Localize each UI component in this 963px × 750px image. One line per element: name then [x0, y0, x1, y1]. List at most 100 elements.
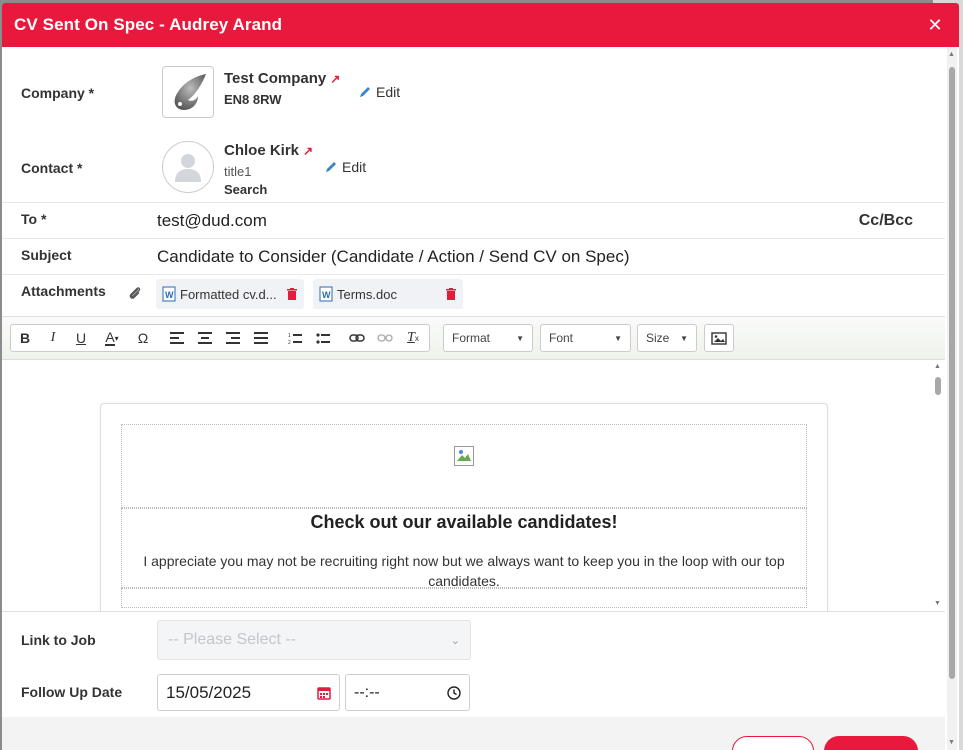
divider	[2, 611, 945, 612]
external-link-icon[interactable]: ↗	[303, 144, 313, 158]
svg-text:W: W	[322, 290, 331, 300]
bold-icon[interactable]: B	[11, 325, 39, 351]
chevron-down-icon: ⌄	[450, 634, 460, 647]
send-button[interactable]	[824, 736, 918, 750]
email-logo-cell	[121, 424, 807, 508]
caret-down-icon: ▼	[516, 333, 524, 343]
caret-down-icon: ▼	[614, 333, 622, 343]
image-button[interactable]	[704, 324, 734, 352]
contact-edit-button[interactable]: Edit	[324, 159, 366, 175]
calendar-icon[interactable]	[317, 686, 331, 700]
company-label: Company *	[21, 85, 95, 101]
scroll-down-icon[interactable]: ▼	[948, 739, 955, 746]
unlink-icon[interactable]	[371, 325, 399, 351]
cancel-button[interactable]	[732, 736, 814, 750]
bulleted-list-icon[interactable]	[309, 325, 337, 351]
modal-scroll-thumb[interactable]	[949, 67, 955, 679]
contact-name[interactable]: Chloe Kirk	[224, 142, 299, 159]
italic-icon[interactable]: I	[39, 325, 67, 351]
contact-title: title1	[224, 164, 252, 179]
text-color-icon[interactable]: A ▾	[95, 325, 129, 351]
modal-header: CV Sent On Spec - Audrey Arand ✕	[2, 3, 959, 47]
font-dropdown[interactable]: Font ▼	[540, 324, 631, 352]
email-paragraph: I appreciate you may not be recruiting r…	[143, 553, 785, 589]
attachment-filename: Formatted cv.d...	[180, 286, 277, 302]
align-center-icon[interactable]	[191, 325, 219, 351]
svg-text:2: 2	[288, 340, 291, 344]
pencil-icon	[360, 87, 370, 97]
attachment-item[interactable]: W Terms.doc	[313, 279, 463, 309]
underline-icon[interactable]: U	[67, 325, 95, 351]
word-doc-icon: W	[319, 286, 333, 302]
email-body-editor[interactable]: Check out our available candidates! I ap…	[2, 361, 945, 611]
word-doc-icon: W	[162, 286, 176, 302]
font-label: Font	[549, 331, 574, 345]
company-postcode: EN8 8RW	[224, 92, 282, 107]
editor-scroll-thumb[interactable]	[935, 377, 941, 395]
align-right-icon[interactable]	[219, 325, 247, 351]
divider	[2, 238, 945, 239]
email-content-cell: Check out our available candidates! I ap…	[121, 508, 807, 589]
image-icon[interactable]	[705, 325, 733, 351]
link-to-job-placeholder: -- Please Select --	[168, 631, 297, 648]
editor-scrollbar[interactable]: ▲ ▼	[933, 361, 943, 611]
trash-icon[interactable]	[445, 287, 457, 301]
caret-down-icon: ▼	[680, 333, 688, 343]
scroll-up-icon[interactable]: ▲	[934, 363, 941, 370]
company-name[interactable]: Test Company	[224, 70, 326, 87]
contact-avatar	[162, 141, 214, 193]
company-edit-label: Edit	[376, 84, 401, 100]
to-field[interactable]: test@dud.com	[157, 211, 267, 231]
email-next-cell	[121, 588, 807, 608]
scroll-down-icon[interactable]: ▼	[934, 600, 941, 607]
ccbcc-button[interactable]: Cc/Bcc	[859, 212, 913, 230]
divider	[2, 202, 945, 203]
attachment-filename: Terms.doc	[337, 286, 397, 302]
size-label: Size	[646, 331, 670, 345]
pencil-icon	[326, 162, 336, 172]
company-logo	[162, 66, 214, 118]
divider	[2, 274, 945, 275]
email-headline: Check out our available candidates!	[310, 512, 618, 532]
follow-up-date-input[interactable]: 15/05/2025	[157, 674, 340, 711]
special-char-icon[interactable]: Ω	[129, 325, 157, 351]
person-icon	[175, 154, 201, 182]
cv-sent-modal: CV Sent On Spec - Audrey Arand ✕ Company…	[2, 3, 959, 750]
modal-body: Company * Test Company ↗ EN8 8RW Edit Con…	[2, 47, 945, 750]
scroll-up-icon[interactable]: ▲	[948, 51, 955, 58]
clock-icon[interactable]	[447, 685, 461, 700]
subject-label: Subject	[21, 247, 72, 263]
contact-search-link[interactable]: Search	[224, 182, 267, 197]
paperclip-icon[interactable]	[127, 285, 143, 301]
contact-edit-label: Edit	[342, 159, 367, 175]
attachments-label: Attachments	[21, 283, 106, 299]
close-icon[interactable]: ✕	[923, 15, 947, 36]
format-dropdown[interactable]: Format ▼	[443, 324, 533, 352]
company-logo-image	[174, 74, 206, 110]
numbered-list-icon[interactable]: 12	[281, 325, 309, 351]
email-template-card: Check out our available candidates! I ap…	[100, 403, 828, 611]
link-to-job-select[interactable]: -- Please Select -- ⌄	[157, 620, 471, 660]
company-edit-button[interactable]: Edit	[358, 84, 400, 100]
justify-icon[interactable]	[247, 325, 275, 351]
modal-scrollbar[interactable]: ▲ ▼	[947, 47, 957, 750]
subject-field[interactable]: Candidate to Consider (Candidate / Actio…	[157, 247, 630, 267]
follow-up-date-value: 15/05/2025	[166, 682, 252, 702]
align-left-icon[interactable]	[163, 325, 191, 351]
company-name-row: Test Company ↗	[224, 70, 340, 87]
link-icon[interactable]	[343, 325, 371, 351]
editor-toolbar: B I U A ▾ Ω 12 Tx Format ▼ Font ▼ Size ▼	[2, 316, 945, 360]
attachment-item[interactable]: W Formatted cv.d...	[156, 279, 304, 309]
svg-text:W: W	[165, 290, 174, 300]
trash-icon[interactable]	[286, 287, 298, 301]
contact-label: Contact *	[21, 160, 83, 176]
remove-format-icon[interactable]: Tx	[399, 325, 427, 351]
external-link-icon[interactable]: ↗	[330, 72, 340, 86]
follow-up-time-value: --:--	[354, 683, 380, 701]
contact-name-row: Chloe Kirk ↗	[224, 142, 313, 159]
broken-image-icon	[454, 446, 474, 466]
follow-up-time-input[interactable]: --:--	[345, 674, 470, 711]
to-label: To *	[21, 211, 47, 227]
size-dropdown[interactable]: Size ▼	[637, 324, 697, 352]
toolbar-button-group: B I U A ▾ Ω 12 Tx	[10, 324, 430, 352]
